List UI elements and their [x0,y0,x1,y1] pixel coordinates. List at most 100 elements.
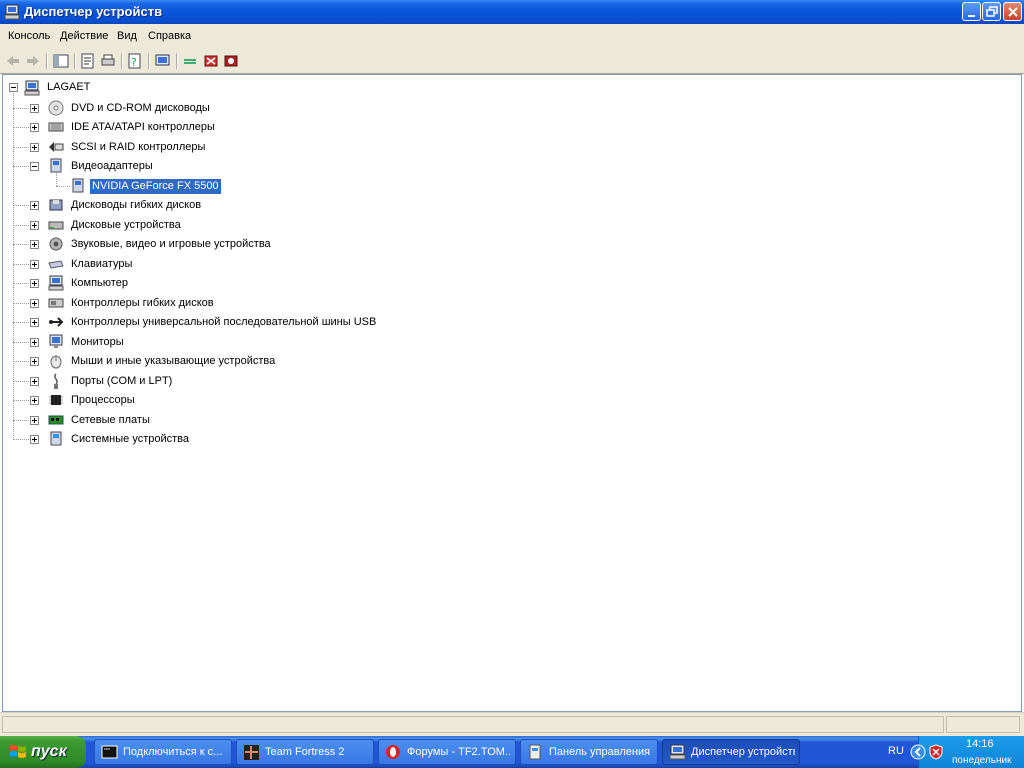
tree-item-12[interactable]: Мыши и иные указывающие устройства [69,354,277,369]
expander-8[interactable] [30,279,39,288]
computer-icon [48,275,64,291]
windows-flag-icon [10,745,26,758]
update-driver-icon[interactable] [182,52,200,70]
tree-item-15[interactable]: Сетевые платы [69,413,152,428]
expander-5[interactable] [30,220,39,230]
language-indicator[interactable]: RU [888,745,904,757]
menu-view[interactable]: Вид [117,30,137,42]
expander-1[interactable] [30,123,39,132]
close-icon [1008,7,1018,17]
cdrom-icon [48,100,64,115]
expander-16[interactable] [30,435,39,444]
expander-4[interactable] [30,201,39,210]
properties-icon[interactable] [79,52,97,70]
scsi-controller-icon [49,141,64,152]
tree-item-11[interactable]: Мониторы [69,335,126,350]
usb-icon [49,317,64,327]
status-cell-side [946,716,1020,733]
window-title: Диспетчер устройств [24,4,163,19]
help-icon[interactable]: ? [126,52,144,70]
menu-console[interactable]: Консоль [8,30,50,42]
taskbar-button-2[interactable]: Форумы - TF2.TOM... [378,739,516,765]
menu-action[interactable]: Действие [60,30,108,42]
tree-root-label[interactable]: LAGAET [45,80,92,95]
expander-9[interactable] [30,298,39,308]
tree-item-10[interactable]: Контроллеры универсальной последовательн… [69,315,378,330]
expander-0[interactable] [30,103,39,113]
tree-item-3-0[interactable]: NVIDIA GeForce FX 5500 [90,178,221,194]
forward-arrow-icon[interactable] [24,52,42,70]
scan-hardware-icon[interactable] [154,52,172,70]
tray-expand-icon[interactable] [910,744,926,760]
ide-controller-icon [48,122,64,132]
expander-10[interactable] [30,318,39,327]
show-hide-tree-icon[interactable] [52,52,70,70]
svg-text:?: ? [131,56,137,69]
tree-item-14[interactable]: Процессоры [69,393,137,408]
opera-icon [386,745,400,759]
clock-time[interactable]: 14:16 [966,738,994,750]
minimize-icon [968,15,975,17]
tree-item-0[interactable]: DVD и CD-ROM дисководы [69,101,212,116]
device-manager-icon [669,744,686,760]
tree-item-6[interactable]: Звуковые, видео и игровые устройства [69,237,273,252]
expander-2[interactable] [30,142,39,152]
taskbar-button-3[interactable]: Панель управления [520,739,658,765]
device-manager-icon [4,4,20,20]
expander-11[interactable] [30,337,39,347]
start-button[interactable]: пуск [0,736,86,768]
expander-3[interactable] [30,162,39,171]
taskbar-button-1[interactable]: Team Fortress 2 [236,739,374,765]
title-bar[interactable]: Диспетчер устройств [0,0,1024,24]
tf2-icon [244,745,259,760]
tree-item-8[interactable]: Компьютер [69,276,130,291]
tree-item-7[interactable]: Клавиатуры [69,257,134,272]
expander-13[interactable] [30,376,39,386]
monitor-icon [49,334,63,348]
expander-7[interactable] [30,259,39,269]
start-label: пуск [31,743,67,760]
system-device-icon [50,431,62,446]
expander-14[interactable] [30,396,39,405]
print-icon[interactable] [99,52,117,70]
toolbar: ? [0,49,1024,74]
expander-15[interactable] [30,415,39,425]
expander-6[interactable] [30,240,39,249]
back-arrow-icon[interactable] [4,52,22,70]
menu-help[interactable]: Справка [148,30,191,42]
floppy-drive-icon [49,199,63,211]
taskbar: пуск Подключиться к с... Team Fortress 2… [0,736,1024,768]
tree-item-5[interactable]: Дисковые устройства [69,218,183,233]
taskbar-button-label: Подключиться к с... [123,746,223,758]
port-icon [54,372,58,389]
restore-icon [986,6,998,17]
tree-item-16[interactable]: Системные устройства [69,432,191,447]
tree-item-9[interactable]: Контроллеры гибких дисков [69,296,216,311]
tree-item-2[interactable]: SCSI и RAID контроллеры [69,140,207,155]
restore-button[interactable] [982,2,1001,21]
disable-device-icon[interactable] [202,52,220,70]
computer-icon [24,80,40,96]
minimize-button[interactable] [962,2,981,21]
close-button[interactable] [1003,2,1022,21]
tree-item-13[interactable]: Порты (COM и LPT) [69,374,174,389]
keyboard-icon [48,259,64,269]
menu-bar: Консоль Действие Вид Справка [0,24,1024,50]
status-bar [0,712,1024,737]
tree-item-3[interactable]: Видеоадаптеры [69,159,155,174]
expander-12[interactable] [30,357,39,366]
control-panel-icon [529,744,541,760]
uninstall-device-icon[interactable] [222,52,240,70]
expander-root[interactable] [9,83,18,92]
tree-item-4[interactable]: Дисководы гибких дисков [69,198,203,213]
disk-drive-icon [48,221,64,229]
network-card-icon [48,415,64,424]
device-tree-pane[interactable]: LAGAET DVD и CD-ROM дисководы IDE ATA/ATAP… [2,74,1022,712]
taskbar-button-label: Диспетчер устройств [691,746,795,758]
taskbar-button-4[interactable]: Диспетчер устройств [662,739,800,765]
security-alert-icon[interactable] [928,744,944,760]
taskbar-button-0[interactable]: Подключиться к с... [94,739,232,765]
taskbar-button-label: Панель управления [549,746,651,758]
sound-device-icon [49,237,63,251]
tree-item-1[interactable]: IDE ATA/ATAPI контроллеры [69,120,217,135]
